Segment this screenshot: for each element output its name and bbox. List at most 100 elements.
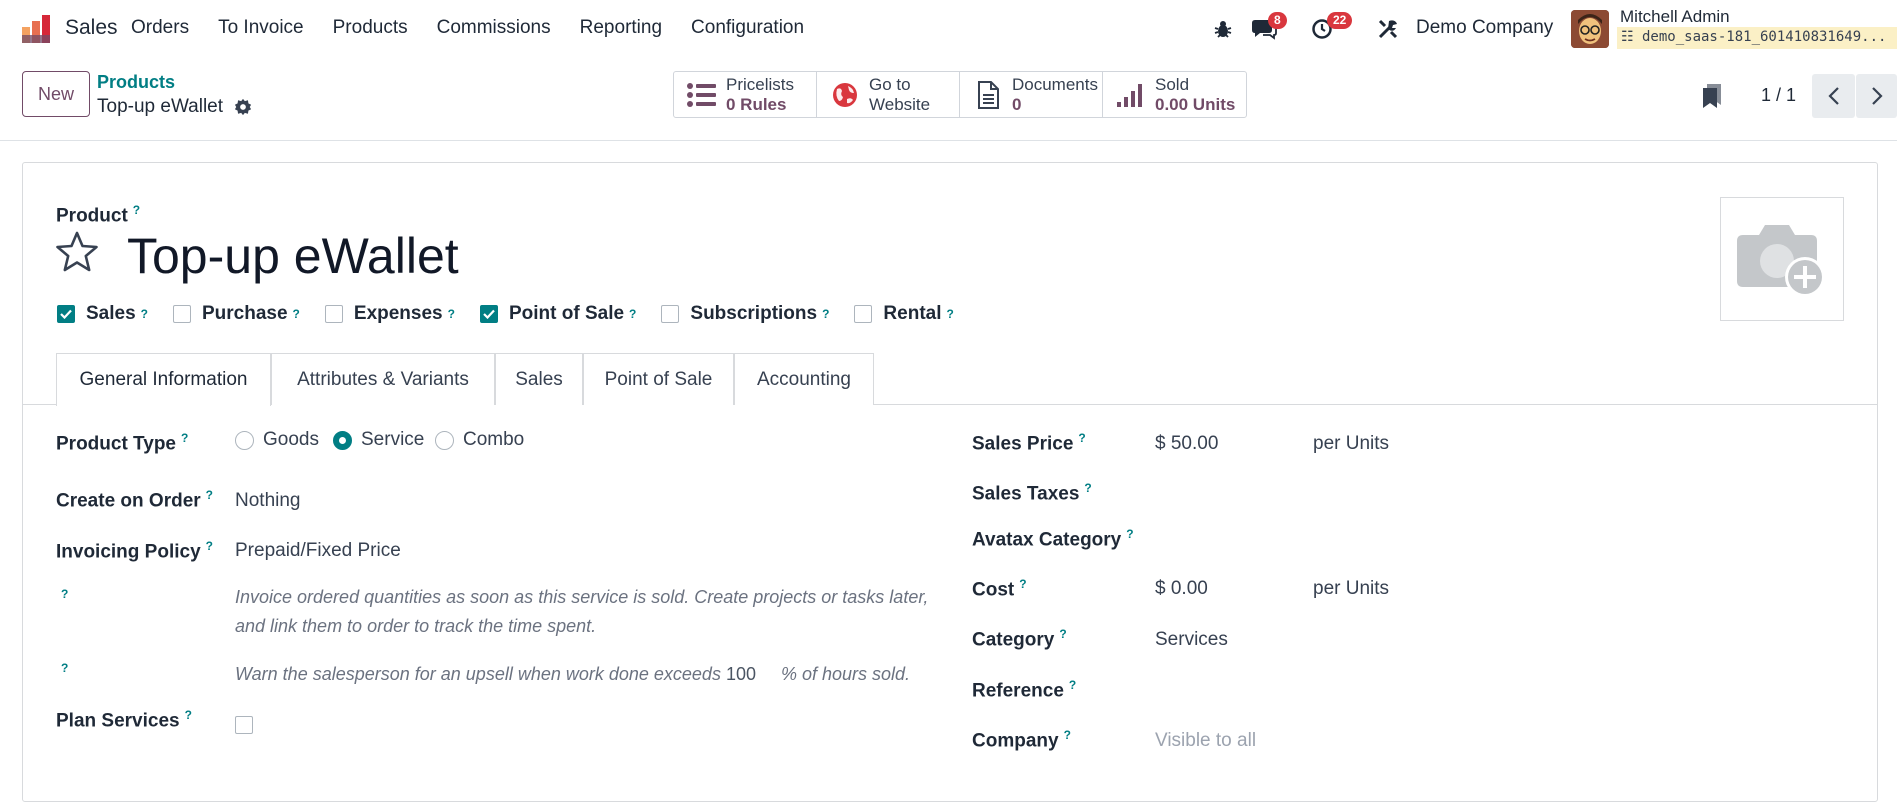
help-tooltip[interactable]: ? — [181, 431, 188, 445]
upsell-threshold-input[interactable]: 100 — [726, 660, 776, 689]
user-avatar[interactable] — [1571, 10, 1609, 48]
help-tooltip[interactable]: ? — [1059, 627, 1066, 641]
upsell-note-prefix: Warn the salesperson for an upsell when … — [235, 664, 721, 684]
radio-service[interactable]: Service — [333, 429, 424, 451]
sold-value: 0.00 Units — [1155, 94, 1236, 114]
breadcrumb-products-link[interactable]: Products — [97, 72, 175, 93]
help-tooltip[interactable]: ? — [1019, 577, 1026, 591]
website-label: Go to — [869, 74, 911, 94]
available-in-pos-checkbox[interactable]: Point of Sale? — [479, 303, 636, 325]
can-be-purchased-checkbox[interactable]: Purchase? — [173, 303, 300, 325]
checkbox-sales-box[interactable] — [57, 305, 75, 323]
checkbox-expenses-box[interactable] — [324, 305, 343, 323]
help-tooltip[interactable]: ? — [629, 307, 636, 321]
help-tooltip[interactable]: ? — [1069, 678, 1076, 692]
radio-goods-circle[interactable] — [235, 430, 254, 450]
app-name[interactable]: Sales — [65, 16, 118, 40]
bug-icon[interactable] — [1214, 19, 1232, 39]
checkbox-rental-box[interactable] — [854, 305, 873, 323]
help-tooltip[interactable]: ? — [206, 488, 213, 502]
product-image-placeholder[interactable] — [1720, 197, 1844, 321]
sold-smart-button[interactable]: Sold 0.00 Units — [1103, 72, 1246, 117]
help-tooltip[interactable]: ? — [448, 307, 455, 321]
tab-general-information[interactable]: General Information — [56, 353, 271, 406]
new-button[interactable]: New — [22, 71, 90, 117]
radio-combo-circle[interactable] — [435, 430, 454, 450]
radio-service-label: Service — [361, 429, 425, 450]
help-tooltip[interactable]: ? — [133, 203, 140, 217]
checkbox-subscriptions-box[interactable] — [661, 305, 680, 323]
tools-icon[interactable] — [1377, 18, 1399, 40]
documents-smart-button[interactable]: Documents 0 — [960, 72, 1103, 117]
documents-value: 0 — [1012, 94, 1022, 114]
help-tooltip[interactable]: ? — [206, 539, 213, 553]
menu-to-invoice[interactable]: To Invoice — [218, 17, 304, 39]
reference-field[interactable] — [1155, 678, 1595, 702]
help-tooltip[interactable]: ? — [822, 307, 829, 321]
menu-products[interactable]: Products — [333, 17, 408, 39]
company-switcher[interactable]: Demo Company — [1416, 17, 1553, 39]
help-tooltip[interactable]: ? — [1064, 728, 1071, 742]
database-name: ☷ demo_saas-181_601410831649... — [1617, 27, 1897, 49]
product-type-label-text: Product Type — [56, 433, 176, 455]
star-favorite-icon[interactable] — [55, 231, 99, 273]
can-be-sold-checkbox[interactable]: Sales? — [57, 303, 148, 325]
create-on-order-field[interactable]: Nothing — [235, 490, 301, 512]
pricelists-smart-button[interactable]: Pricelists 0 Rules — [674, 72, 817, 117]
bookmarks-icon[interactable] — [1701, 83, 1723, 109]
help-tooltip[interactable]: ? — [1078, 431, 1085, 445]
activities-count-badge: 22 — [1327, 12, 1353, 29]
product-label: Product? — [56, 203, 140, 227]
category-field[interactable]: Services — [1155, 629, 1228, 651]
pager-previous-button[interactable] — [1812, 74, 1855, 118]
radio-goods[interactable]: Goods — [235, 429, 319, 451]
rent-ok-checkbox[interactable]: Rental? — [854, 303, 954, 325]
top-navbar: Sales Orders To Invoice Products Commiss… — [0, 0, 1897, 58]
gear-icon[interactable] — [234, 98, 252, 116]
checkbox-sales-label: Sales — [86, 303, 136, 324]
help-tooltip[interactable]: ? — [947, 307, 954, 321]
reference-label: Reference? — [972, 678, 1076, 702]
cost-field[interactable]: $ 0.00 — [1155, 578, 1208, 600]
menu-configuration[interactable]: Configuration — [691, 17, 804, 39]
menu-orders[interactable]: Orders — [131, 17, 189, 39]
sales-taxes-field[interactable] — [1155, 481, 1595, 505]
checkbox-pos-box[interactable] — [479, 305, 498, 323]
tab-sales[interactable]: Sales — [495, 353, 583, 405]
document-icon — [978, 80, 999, 109]
company-field[interactable]: Visible to all — [1155, 730, 1256, 752]
product-name[interactable]: Top-up eWallet — [127, 227, 459, 285]
product-flags: Sales? Purchase? Expenses? Point of Sale… — [57, 303, 979, 325]
help-tooltip[interactable]: ? — [1084, 481, 1091, 495]
pricelists-value: 0 Rules — [726, 94, 787, 114]
menu-reporting[interactable]: Reporting — [580, 17, 662, 39]
avatax-category-field[interactable] — [1155, 527, 1595, 551]
help-tooltip[interactable]: ? — [1126, 527, 1133, 541]
can-be-expensed-checkbox[interactable]: Expenses? — [324, 303, 455, 325]
tab-accounting[interactable]: Accounting — [734, 353, 874, 405]
pager-value[interactable]: 1 / 1 — [1761, 85, 1796, 106]
tab-point-of-sale[interactable]: Point of Sale — [583, 353, 734, 405]
plan-services-checkbox[interactable] — [235, 716, 253, 734]
sales-app-logo-icon[interactable] — [20, 13, 52, 45]
sales-price-field[interactable]: $ 50.00 — [1155, 433, 1218, 455]
help-tooltip[interactable]: ? — [293, 307, 300, 321]
radio-combo[interactable]: Combo — [435, 429, 524, 451]
tab-attributes-variants[interactable]: Attributes & Variants — [271, 353, 495, 405]
pager-next-button[interactable] — [1856, 74, 1897, 118]
checkbox-purchase-box[interactable] — [173, 305, 191, 323]
help-tooltip[interactable]: ? — [61, 587, 68, 601]
invoicing-policy-field[interactable]: Prepaid/Fixed Price — [235, 540, 401, 562]
plan-services-label: Plan Services? — [56, 708, 192, 732]
help-tooltip[interactable]: ? — [61, 661, 68, 675]
main-menu: Orders To Invoice Products Commissions R… — [131, 17, 833, 39]
smart-buttons: Pricelists 0 Rules Go to Website Documents… — [673, 71, 1247, 118]
recurring-invoice-checkbox[interactable]: Subscriptions? — [661, 303, 829, 325]
go-to-website-smart-button[interactable]: Go to Website — [817, 72, 960, 117]
help-tooltip[interactable]: ? — [141, 307, 148, 321]
help-tooltip[interactable]: ? — [185, 708, 192, 722]
menu-commissions[interactable]: Commissions — [437, 17, 551, 39]
user-name[interactable]: Mitchell Admin — [1620, 7, 1730, 27]
upsell-note-suffix: % of hours sold. — [780, 664, 911, 684]
radio-service-circle[interactable] — [333, 430, 352, 450]
